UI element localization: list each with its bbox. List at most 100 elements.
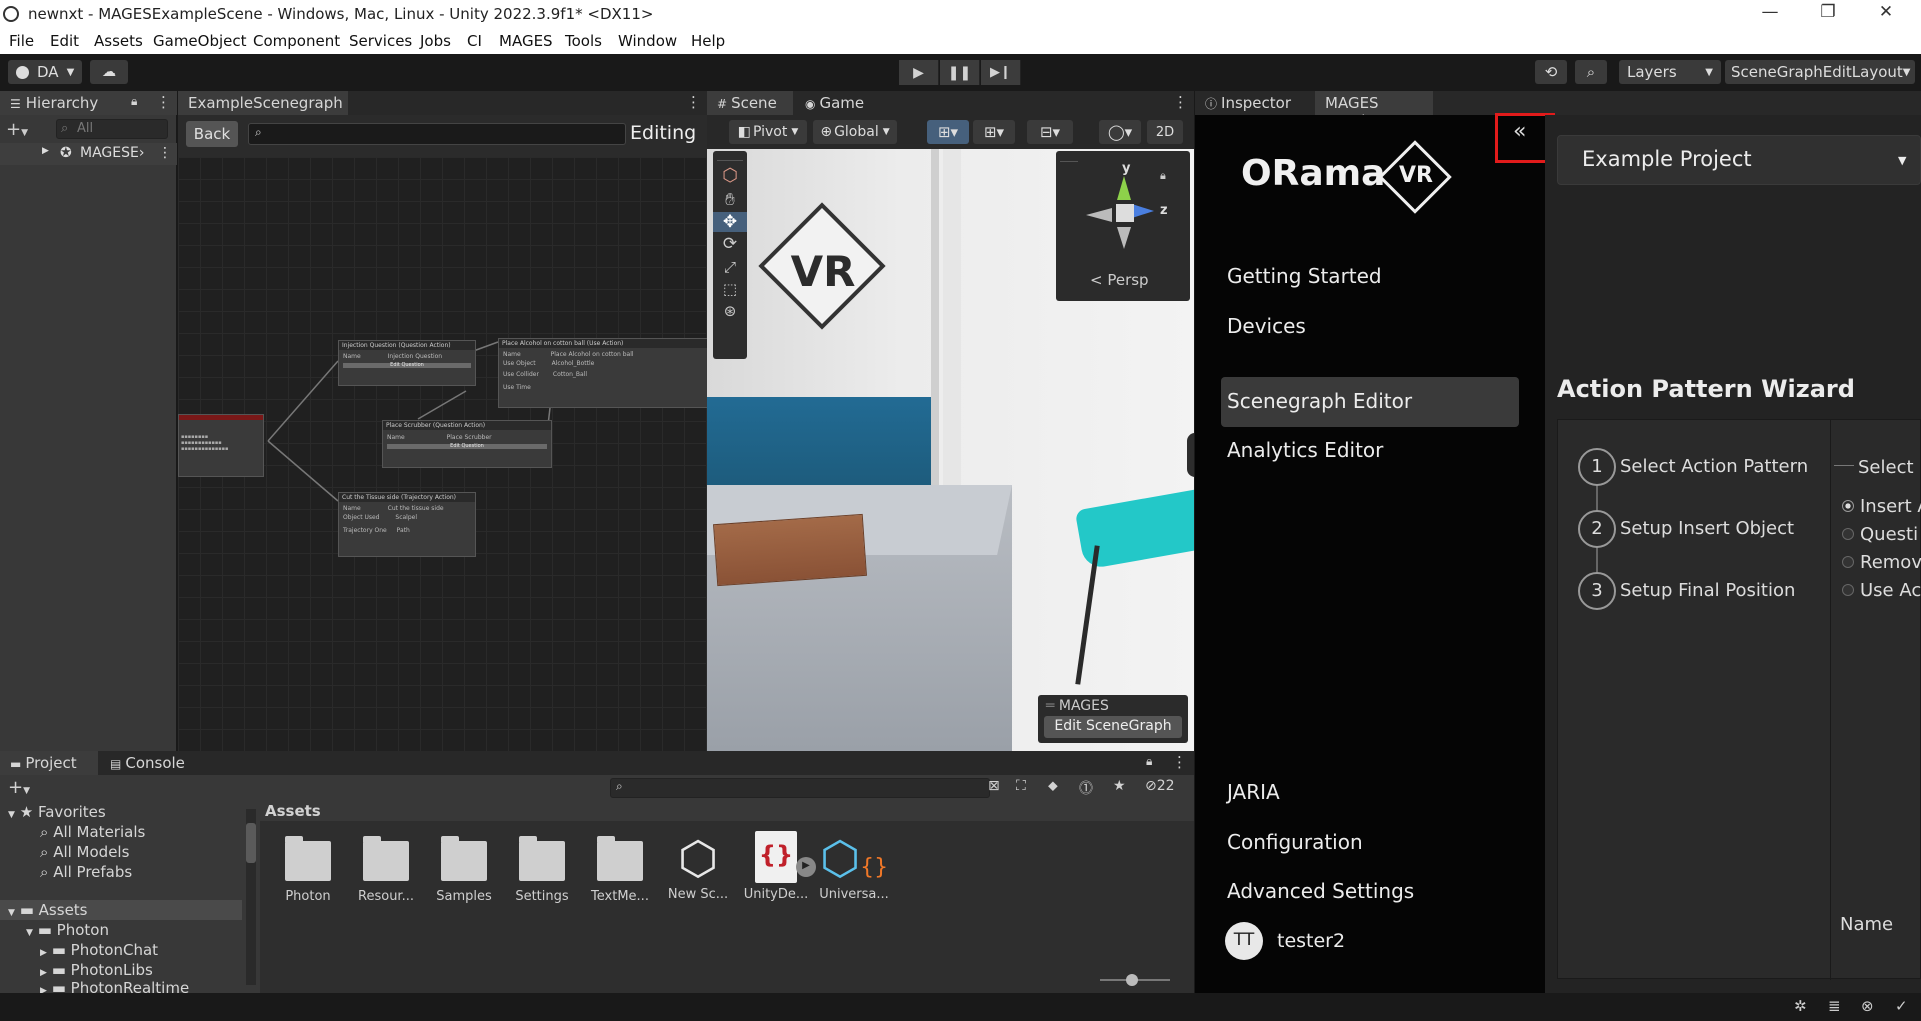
radio-icon[interactable]	[1842, 556, 1854, 568]
gizmo-neg-x-axis[interactable]	[1086, 208, 1112, 222]
tree-photonlibs[interactable]: ▶ ▬ PhotonLibs	[40, 961, 153, 979]
breadcrumb[interactable]: Assets	[260, 801, 1194, 821]
add-asset-button[interactable]: +▼	[8, 777, 30, 798]
zoom-slider-thumb[interactable]	[1126, 974, 1138, 986]
project-search-input[interactable]: ⌕	[610, 778, 990, 798]
option-remove[interactable]: Remov	[1842, 552, 1921, 573]
bug-icon[interactable]: ✲	[1794, 997, 1807, 1015]
gizmo-center-cube[interactable]	[1116, 204, 1134, 222]
nav-configuration[interactable]: Configuration	[1227, 830, 1363, 854]
add-button[interactable]: +▼	[6, 119, 28, 140]
play-button[interactable]: ▶	[899, 60, 939, 85]
increment-snap-button[interactable]: ⊟▾	[1027, 120, 1073, 144]
history-button[interactable]: ⟲	[1535, 60, 1567, 84]
nav-devices[interactable]: Devices	[1227, 314, 1306, 338]
more-icon[interactable]: ⋮	[1173, 93, 1188, 111]
asset-settings[interactable]: Settings	[502, 836, 582, 904]
menu-help[interactable]: Help	[691, 32, 725, 50]
more-icon[interactable]: ⋮	[686, 93, 701, 111]
edit-scenegraph-button[interactable]: Edit SceneGraph	[1044, 716, 1182, 738]
gizmo-z-axis[interactable]	[1132, 204, 1154, 218]
tab-game[interactable]: ◉ Game	[795, 91, 875, 115]
asset-samples[interactable]: Samples	[424, 836, 504, 904]
menu-component[interactable]: Component	[253, 32, 340, 50]
expand-arrow-icon[interactable]: ▶	[40, 986, 47, 993]
rotate-tool-icon[interactable]: ⟳	[713, 234, 747, 254]
option-question[interactable]: Questi	[1842, 524, 1918, 545]
menu-file[interactable]: File	[9, 32, 34, 50]
project-select[interactable]: Example Project ▼	[1557, 135, 1921, 185]
check-icon[interactable]: ✓	[1895, 997, 1908, 1015]
menu-ci[interactable]: CI	[467, 32, 482, 50]
more-icon[interactable]: ⋮	[156, 93, 171, 111]
tree-photon[interactable]: ▼ ▬ Photon	[26, 921, 109, 939]
scene-viewport[interactable]: VR ⬡ ✋︎ ✥ ⟳ ⤢ ⬚ ⊛ 🔒︎ y z < Persp ═ MAGES…	[707, 149, 1194, 751]
minimize-button[interactable]: —	[1750, 2, 1790, 22]
tree-all-materials[interactable]: ⌕ All Materials	[40, 823, 145, 841]
tab-console[interactable]: ▤ Console	[100, 751, 200, 775]
expand-arrow-icon[interactable]: ▶	[42, 146, 49, 156]
palette-grip[interactable]	[717, 153, 743, 161]
maximize-button[interactable]: ❐	[1808, 2, 1848, 22]
lock-icon[interactable]: 🔒︎	[1146, 754, 1152, 769]
nav-analytics-editor[interactable]: Analytics Editor	[1227, 438, 1383, 462]
nav-scenegraph-editor[interactable]: Scenegraph Editor	[1227, 389, 1412, 413]
tree-scrollbar[interactable]	[246, 809, 256, 985]
lock-icon[interactable]: 🔒︎	[1160, 169, 1166, 183]
back-button[interactable]: Back	[186, 121, 238, 147]
expand-arrow-icon[interactable]: ▶	[40, 968, 47, 978]
layers-dropdown[interactable]: Layers ▼	[1619, 60, 1721, 84]
grip-icon[interactable]: ═	[1046, 698, 1059, 714]
hidden-packages-toggle[interactable]: ⊘22	[1145, 778, 1175, 794]
tree-all-prefabs[interactable]: ⌕ All Prefabs	[40, 863, 132, 881]
scenegraph-node[interactable]: ▪▪▪▪▪▪▪▪ ▪▪▪▪▪▪▪▪▪▪▪▪ ▪▪▪▪▪▪▪▪▪▪▪▪▪▪	[178, 414, 264, 477]
view-tool-icon[interactable]: ⬡	[713, 165, 747, 186]
scrollbar-thumb[interactable]	[246, 823, 256, 863]
pivot-dropdown[interactable]: ◧ Pivot ▼	[729, 120, 807, 144]
avatar[interactable]: TT	[1225, 922, 1263, 960]
asset-photon[interactable]: Photon	[268, 836, 348, 904]
tree-photonchat[interactable]: ▶ ▬ PhotonChat	[40, 941, 158, 959]
scenegraph-node-place-alcohol[interactable]: Place Alcohol on cotton ball (Use Action…	[498, 338, 707, 408]
asset-universal[interactable]: ⬡{} Universa...	[814, 831, 894, 902]
2d-toggle-button[interactable]: 2D	[1147, 120, 1183, 144]
tag-icon[interactable]: ⬥	[1048, 778, 1058, 794]
step-3-label[interactable]: Setup Final Position	[1620, 580, 1795, 601]
menu-assets[interactable]: Assets	[94, 32, 143, 50]
shading-mode-button[interactable]: ◯▾	[1099, 120, 1141, 144]
filter-type-icon[interactable]: ⛶	[1016, 778, 1026, 794]
nav-jaria[interactable]: JARIA	[1227, 780, 1280, 804]
scenegraph-node-injection-question[interactable]: Injection Question (Question Action) Nam…	[338, 340, 476, 386]
scenegraph-canvas[interactable]: ▪▪▪▪▪▪▪▪ ▪▪▪▪▪▪▪▪▪▪▪▪ ▪▪▪▪▪▪▪▪▪▪▪▪▪▪ Injec…	[178, 157, 707, 751]
menu-mages[interactable]: MAGES	[499, 32, 553, 50]
step-button[interactable]: ▶❙	[981, 60, 1021, 85]
tab-scene[interactable]: # Scene	[707, 91, 793, 115]
close-button[interactable]: ✕	[1866, 2, 1906, 22]
cloud-button[interactable]: ☁	[90, 60, 128, 84]
edit-question-button[interactable]: Edit Question	[387, 444, 547, 449]
tree-all-models[interactable]: ⌕ All Models	[40, 843, 129, 861]
tree-assets[interactable]: ▼ ▬ Assets	[0, 900, 242, 920]
lock-icon[interactable]: 🔒︎	[131, 94, 137, 109]
database-icon[interactable]: ≣	[1828, 997, 1841, 1015]
hierarchy-root-item[interactable]: ▶ ✪ MAGESE› ⋮	[0, 143, 177, 165]
option-insert[interactable]: Insert A	[1842, 496, 1921, 517]
scenegraph-node-place-scrubber[interactable]: Place Scrubber (Question Action) Name Pl…	[382, 420, 552, 468]
expand-arrow-icon[interactable]: ▶	[40, 948, 47, 958]
menu-edit[interactable]: Edit	[50, 32, 79, 50]
search-by-type-icon[interactable]: ⊠	[988, 778, 1000, 794]
account-dropdown[interactable]: DA ▼	[8, 60, 82, 84]
tab-examplescenegraph[interactable]: ExampleScenegraph	[178, 91, 348, 115]
zoom-slider[interactable]	[1100, 974, 1170, 986]
option-use[interactable]: Use Ac	[1842, 580, 1921, 601]
layout-dropdown[interactable]: SceneGraphEditLayout ▼	[1725, 60, 1915, 84]
gizmo-grip[interactable]	[1060, 154, 1078, 162]
asset-new-scene[interactable]: ⬡ New Sc...	[658, 831, 738, 902]
radio-icon[interactable]	[1842, 584, 1854, 596]
user-name[interactable]: tester2	[1277, 930, 1345, 952]
asset-textmeshpro[interactable]: TextMe...	[580, 836, 660, 904]
scenegraph-search-input[interactable]: ⌕	[248, 123, 626, 145]
menu-jobs[interactable]: Jobs	[420, 32, 451, 50]
asset-resources[interactable]: Resour...	[346, 836, 426, 904]
menu-services[interactable]: Services	[349, 32, 412, 50]
